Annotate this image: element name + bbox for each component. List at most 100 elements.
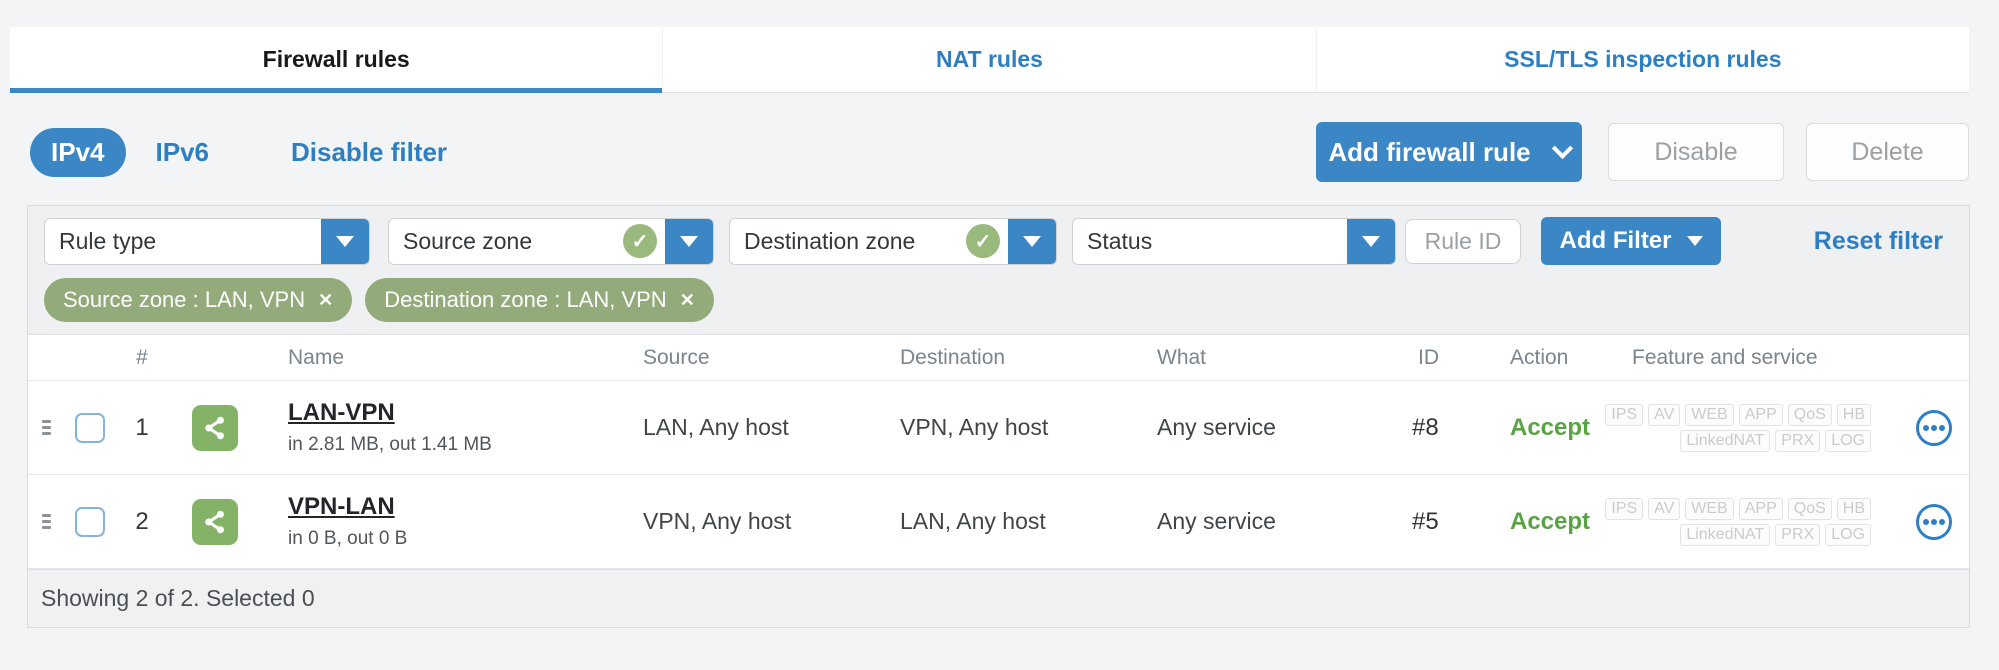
rule-id: #5 [1412, 507, 1439, 535]
feature-badge: QoS [1787, 497, 1832, 520]
disable-button[interactable]: Disable [1608, 123, 1784, 181]
feature-badge: HB [1836, 497, 1871, 520]
rule-traffic: in 2.81 MB, out 1.41 MB [288, 434, 492, 455]
row-menu-ellipsis-icon[interactable] [1916, 409, 1952, 446]
filter-applied-check-icon: ✓ [623, 224, 657, 258]
row-number: 1 [135, 413, 149, 441]
header-feature-and-service: Feature and service [1632, 345, 1818, 369]
controls-row: IPv4 IPv6 Disable filter Add firewall ru… [30, 120, 1969, 184]
feature-badge: QoS [1787, 403, 1832, 426]
add-firewall-rule-label: Add firewall rule [1328, 136, 1531, 167]
destination-zone-dropdown[interactable]: Destination zone ✓ [729, 217, 1057, 265]
table-footer: Showing 2 of 2. Selected 0 [28, 569, 1969, 627]
feature-badge: APP [1738, 403, 1783, 426]
firewall-rules-panel: Rule type Source zone ✓ Destination zone… [27, 205, 1970, 628]
status-dropdown[interactable]: Status [1072, 217, 1396, 265]
chip-label: Source zone : LAN, VPN [63, 287, 306, 312]
add-firewall-rule-button[interactable]: Add firewall rule [1316, 122, 1582, 182]
rule-action: Accept [1510, 413, 1591, 441]
rule-source: LAN, Any host [643, 414, 789, 440]
dropdown-label: Source zone [403, 227, 533, 254]
source-zone-dropdown[interactable]: Source zone ✓ [388, 217, 714, 265]
dropdown-arrow-icon[interactable] [665, 218, 713, 264]
tab-ssl-tls-inspection-rules[interactable]: SSL/TLS inspection rules [1317, 27, 1969, 92]
rule-id-input[interactable] [1405, 218, 1521, 264]
header-id: ID [1418, 345, 1439, 369]
rule-traffic: in 0 B, out 0 B [288, 528, 408, 549]
tab-firewall-rules[interactable]: Firewall rules [10, 27, 664, 93]
header-destination: Destination [900, 345, 1006, 369]
showing-summary: Showing 2 of 2. Selected 0 [41, 585, 315, 611]
add-filter-label: Add Filter [1559, 227, 1672, 254]
feature-badge: AV [1648, 403, 1681, 426]
table-row: 1 LAN-VPN in 2.81 MB, out 1.41 MB LAN, A… [28, 381, 1969, 475]
header-source: Source [643, 345, 710, 369]
rule-source: VPN, Any host [643, 508, 792, 534]
controls-right: Add firewall rule Disable Delete [1316, 122, 1969, 182]
reset-filter-link[interactable]: Reset filter [1814, 227, 1955, 256]
rules-tab-bar: Firewall rules NAT rules SSL/TLS inspect… [10, 27, 1969, 93]
dropdown-arrow-icon[interactable] [1347, 218, 1395, 264]
row-menu-ellipsis-icon[interactable] [1916, 503, 1952, 540]
feature-badge: APP [1738, 497, 1783, 520]
table-row: 2 VPN-LAN in 0 B, out 0 B VPN, Any host … [28, 475, 1969, 569]
rule-features: IPS AV WEB APP QoS HB LinkedNAT PRX LOG [1605, 403, 1899, 452]
row-checkbox[interactable] [75, 506, 105, 537]
feature-badge: WEB [1685, 497, 1734, 520]
feature-badge: LinkedNAT [1680, 523, 1771, 546]
rule-id: #8 [1412, 413, 1439, 441]
tab-nat-rules[interactable]: NAT rules [663, 27, 1317, 92]
delete-button[interactable]: Delete [1806, 123, 1969, 181]
tab-label: NAT rules [936, 46, 1043, 72]
triangle-down-icon [1686, 236, 1703, 246]
filter-toolbar: Rule type Source zone ✓ Destination zone… [28, 206, 1969, 335]
drag-handle[interactable] [41, 420, 51, 435]
feature-badge: LOG [1825, 523, 1871, 546]
header-name: Name [288, 345, 345, 369]
triangle-down-icon [680, 235, 698, 247]
add-filter-button[interactable]: Add Filter [1541, 217, 1721, 265]
rule-share-icon[interactable] [192, 404, 238, 451]
ipv4-toggle[interactable]: IPv4 [30, 127, 126, 177]
dropdown-label: Status [1087, 227, 1153, 254]
tab-label: SSL/TLS inspection rules [1504, 46, 1782, 72]
feature-badge: LinkedNAT [1680, 429, 1771, 452]
triangle-down-icon [1362, 235, 1380, 247]
chevron-down-icon [1551, 137, 1573, 159]
feature-badge: PRX [1775, 429, 1821, 452]
header-number: # [136, 345, 148, 369]
rule-action: Accept [1510, 507, 1591, 535]
active-filter-chips: Source zone : LAN, VPN ✕ Destination zon… [44, 278, 1955, 322]
drag-handle[interactable] [41, 514, 51, 529]
rule-name-link[interactable]: LAN-VPN [288, 399, 616, 427]
share-icon [205, 510, 224, 533]
rule-what: Any service [1157, 414, 1276, 440]
feature-badge: PRX [1775, 523, 1821, 546]
rule-share-icon[interactable] [192, 498, 238, 545]
feature-badge: HB [1836, 403, 1871, 426]
row-checkbox[interactable] [75, 412, 105, 443]
filter-row: Rule type Source zone ✓ Destination zone… [44, 217, 1955, 265]
feature-badge: WEB [1685, 403, 1734, 426]
dropdown-arrow-icon[interactable] [321, 218, 369, 264]
triangle-down-icon [1023, 235, 1041, 247]
feature-badge: LOG [1825, 429, 1871, 452]
filter-chip-destination-zone[interactable]: Destination zone : LAN, VPN ✕ [365, 278, 714, 322]
dropdown-arrow-icon[interactable] [1008, 218, 1056, 264]
chip-remove-icon[interactable]: ✕ [318, 291, 333, 309]
feature-badge: AV [1648, 497, 1681, 520]
row-number: 2 [135, 507, 149, 535]
rule-name-link[interactable]: VPN-LAN [288, 493, 616, 521]
rule-features: IPS AV WEB APP QoS HB LinkedNAT PRX LOG [1605, 497, 1899, 546]
rule-type-dropdown[interactable]: Rule type [44, 217, 370, 265]
feature-badge: IPS [1605, 497, 1644, 520]
rule-destination: LAN, Any host [900, 508, 1046, 534]
header-action: Action [1510, 345, 1569, 369]
disable-filter-link[interactable]: Disable filter [291, 137, 447, 168]
rule-what: Any service [1157, 508, 1276, 534]
dropdown-label: Destination zone [744, 227, 916, 254]
chip-remove-icon[interactable]: ✕ [680, 291, 695, 309]
ipv6-toggle[interactable]: IPv6 [156, 137, 210, 168]
chip-label: Destination zone : LAN, VPN [384, 287, 667, 312]
filter-chip-source-zone[interactable]: Source zone : LAN, VPN ✕ [44, 278, 353, 322]
